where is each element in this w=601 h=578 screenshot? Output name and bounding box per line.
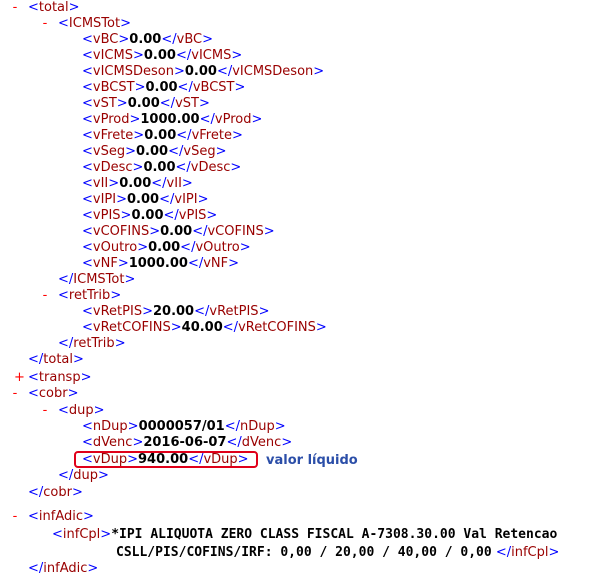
element-vii: <vII>0.00</vII> [82, 176, 193, 191]
element-vretpis: <vRetPIS>20.00</vRetPIS> [82, 304, 270, 319]
node-cobr-close: </cobr> [28, 485, 83, 500]
annotation-label: valor líquido [266, 453, 358, 468]
element-value: 0.00 [143, 160, 176, 175]
element-value: 0.00 [144, 128, 177, 143]
expand-toggle-transp[interactable]: + [14, 370, 25, 386]
element-value: 40.00 [181, 320, 223, 335]
element-vdup: <vDup>940.00</vDup> [82, 452, 249, 467]
element-value: 0.00 [127, 192, 160, 207]
element-value: 0.00 [145, 80, 178, 95]
element-vipi: <vIPI>0.00</vIPI> [82, 192, 209, 207]
tag-name: total [38, 0, 69, 15]
element-vcofins: <vCOFINS>0.00</vCOFINS> [82, 224, 275, 239]
element-vbc: <vBC>0.00</vBC> [82, 32, 214, 47]
element-vst: <vST>0.00</vST> [82, 96, 210, 111]
node-rettrib-close: </retTrib> [58, 336, 126, 351]
element-infcpl: <infCpl>*IPI ALIQUOTA ZERO CLASS FISCAL … [52, 527, 558, 542]
element-vnf: <vNF>1000.00</vNF> [82, 256, 240, 271]
tag-name: ICMSTot [68, 16, 121, 31]
element-value: *IPI ALIQUOTA ZERO CLASS FISCAL A-7308.3… [111, 527, 558, 542]
collapse-toggle-icmstot[interactable]: - [40, 16, 50, 32]
element-value: 0.00 [148, 240, 181, 255]
element-vicms: <vICMS>0.00</vICMS> [82, 48, 243, 63]
element-vbcst: <vBCST>0.00</vBCST> [82, 80, 246, 95]
element-value: 0.00 [129, 32, 162, 47]
node-infadic-close: </infAdic> [28, 561, 99, 576]
element-voutro: <vOutro>0.00</vOutro> [82, 240, 251, 255]
element-value: 0.00 [119, 176, 152, 191]
collapse-toggle-total[interactable]: - [10, 0, 20, 16]
element-value: 20.00 [152, 304, 195, 319]
element-value: 0.00 [184, 64, 217, 79]
element-value: 0.00 [131, 208, 164, 223]
collapse-toggle-infadic[interactable]: - [10, 509, 20, 525]
element-value: 1000.00 [140, 112, 200, 127]
element-vdesc: <vDesc>0.00</vDesc> [82, 160, 242, 175]
xml-tree-view: - <total> - <ICMSTot> <vBC>0.00</vBC> <v… [0, 0, 601, 578]
element-value: 2016-06-07 [143, 435, 227, 450]
element-value: CSLL/PIS/COFINS/IRF: 0,00 / 20,00 / 40,0… [116, 545, 492, 560]
element-value: 1000.00 [128, 256, 188, 271]
node-icmstot-close: </ICMSTot> [58, 272, 136, 287]
collapse-toggle-rettrib[interactable]: - [40, 288, 50, 304]
element-value: 0000057/01 [138, 419, 225, 434]
element-value: 0.00 [160, 224, 193, 239]
element-infcpl-continuation: CSLL/PIS/COFINS/IRF: 0,00 / 20,00 / 40,0… [116, 545, 560, 560]
element-value: 0.00 [127, 96, 160, 111]
node-dup-close: </dup> [58, 468, 109, 483]
node-total-close: </total> [28, 352, 84, 367]
element-vfrete: <vFrete>0.00</vFrete> [82, 128, 243, 143]
element-vprod: <vProd>1000.00</vProd> [82, 112, 263, 127]
element-value: 940.00 [138, 452, 189, 467]
element-value: 0.00 [143, 48, 176, 63]
collapse-toggle-cobr[interactable]: - [10, 386, 20, 402]
element-vpis: <vPIS>0.00</vPIS> [82, 208, 218, 223]
element-value: 0.00 [136, 144, 169, 159]
element-vretcofins: <vRetCOFINS>40.00</vRetCOFINS> [82, 320, 327, 335]
element-ndup: <nDup>0000057/01</nDup> [82, 419, 286, 434]
collapse-toggle-dup[interactable]: - [40, 403, 50, 419]
element-dvenc: <dVenc>2016-06-07</dVenc> [82, 435, 293, 450]
element-vseg: <vSeg>0.00</vSeg> [82, 144, 227, 159]
element-vicmsdeson: <vICMSDeson>0.00</vICMSDeson> [82, 64, 325, 79]
